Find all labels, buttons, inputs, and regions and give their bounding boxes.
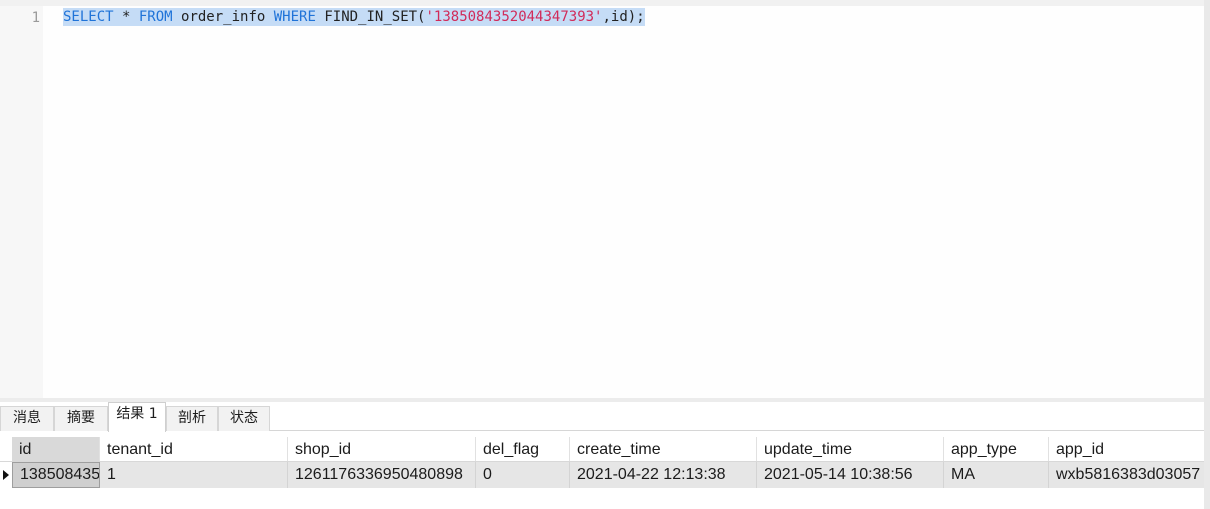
keyword-select: SELECT	[63, 9, 114, 25]
vertical-scrollbar[interactable]	[1204, 0, 1210, 509]
cell-shop-id[interactable]: 1261176336950480898	[288, 462, 476, 488]
table-row[interactable]: 138508435 1 1261176336950480898 0 2021-0…	[0, 462, 1204, 488]
column-header-del-flag[interactable]: del_flag	[476, 437, 570, 461]
cell-tenant-id[interactable]: 1	[100, 462, 288, 488]
result-tabbar: 消息 摘要 结果 1 剖析 状态	[0, 402, 1204, 432]
table-name: order_info	[172, 9, 274, 25]
row-indicator[interactable]	[0, 462, 12, 488]
column-header-app-type[interactable]: app_type	[944, 437, 1049, 461]
current-row-arrow-icon	[3, 470, 9, 480]
grid-header: id tenant_id shop_id del_flag create_tim…	[0, 437, 1204, 462]
column-header-app-id[interactable]: app_id	[1049, 437, 1204, 461]
keyword-where: WHERE	[273, 9, 316, 25]
column-header-shop-id[interactable]: shop_id	[288, 437, 476, 461]
column-header-tenant-id[interactable]: tenant_id	[100, 437, 288, 461]
tab-status[interactable]: 状态	[218, 406, 270, 431]
cell-del-flag[interactable]: 0	[476, 462, 570, 488]
column-header-id[interactable]: id	[12, 437, 100, 461]
tab-profile[interactable]: 剖析	[166, 406, 218, 431]
column-header-create-time[interactable]: create_time	[570, 437, 757, 461]
sql-editor[interactable]: 1 SELECT * FROM order_info WHERE FIND_IN…	[0, 0, 1204, 398]
column-header-update-time[interactable]: update_time	[757, 437, 944, 461]
cell-update-time[interactable]: 2021-05-14 10:38:56	[757, 462, 944, 488]
result-grid: id tenant_id shop_id del_flag create_tim…	[0, 431, 1204, 509]
select-star: *	[113, 9, 139, 25]
keyword-from: FROM	[138, 9, 173, 25]
sql-query-line[interactable]: SELECT * FROM order_info WHERE FIND_IN_S…	[63, 8, 645, 26]
row-indicator-header	[0, 437, 12, 462]
cell-id[interactable]: 138508435	[12, 462, 100, 488]
line-gutter: 1	[0, 6, 43, 398]
tab-summary[interactable]: 摘要	[54, 406, 108, 431]
string-literal: '1385084352044347393'	[425, 9, 603, 25]
line-number: 1	[31, 10, 40, 26]
cell-create-time[interactable]: 2021-04-22 12:13:38	[570, 462, 757, 488]
tab-messages[interactable]: 消息	[0, 406, 54, 431]
cell-app-type[interactable]: MA	[944, 462, 1049, 488]
tab-result-1[interactable]: 结果 1	[108, 402, 166, 432]
query-window: 1 SELECT * FROM order_info WHERE FIND_IN…	[0, 0, 1210, 509]
function-call: FIND_IN_SET(	[315, 9, 426, 25]
cell-app-id[interactable]: wxb5816383d03057	[1049, 462, 1204, 488]
query-tail: ,id);	[602, 9, 645, 25]
